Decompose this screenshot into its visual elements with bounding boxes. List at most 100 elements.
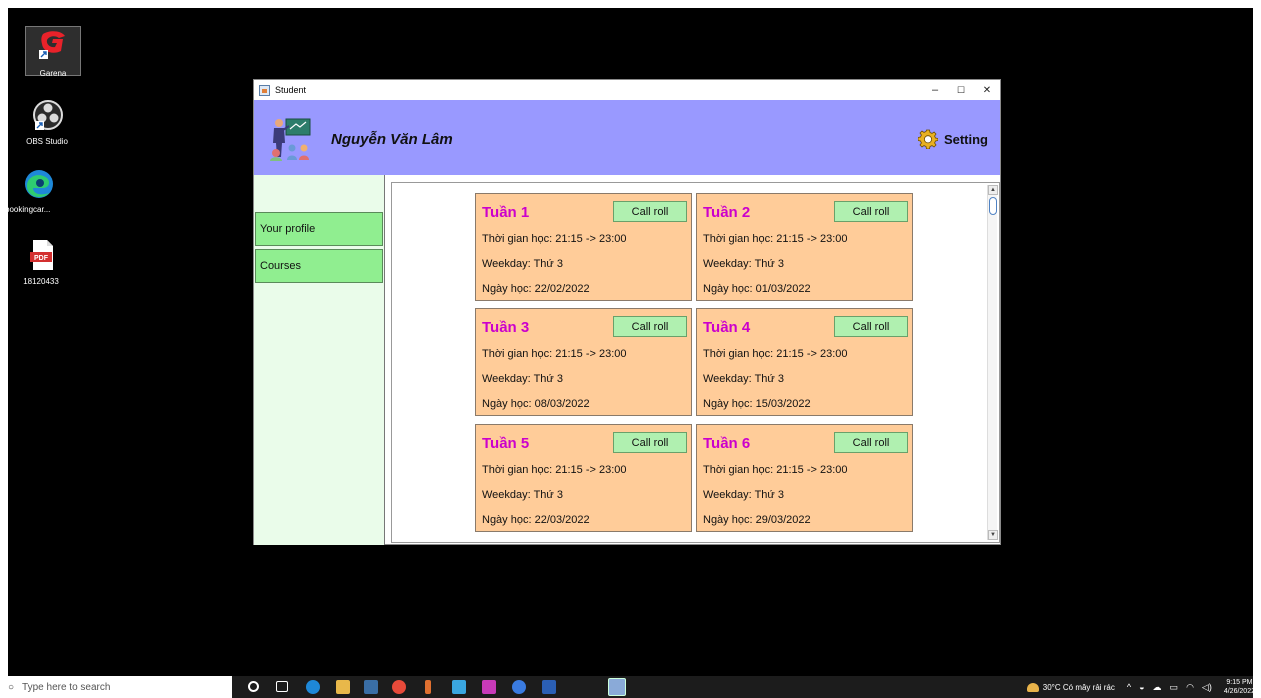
setting-button[interactable]: Setting (917, 129, 988, 149)
scroll-up-arrow-icon[interactable]: ▲ (988, 185, 998, 195)
search-icon: ○ (8, 681, 15, 693)
week-card: Tuần 1 Call roll Thời gian học: 21:15 ->… (475, 193, 692, 301)
desktop-icon-label: Garena (39, 69, 67, 78)
weekday: Weekday: Thứ 3 (703, 258, 784, 270)
weekday: Weekday: Thứ 3 (703, 489, 784, 501)
network-icon[interactable]: ◒ (1139, 682, 1144, 692)
weather-widget[interactable]: 30°C Có mây rải rác (1026, 682, 1115, 692)
study-date: Ngày học: 08/03/2022 (482, 398, 590, 410)
garena-icon (35, 30, 71, 66)
week-card: Tuần 6 Call roll Thời gian học: 21:15 ->… (696, 424, 913, 532)
call-roll-button[interactable]: Call roll (834, 201, 908, 222)
app-icon[interactable] (452, 680, 466, 694)
close-button[interactable]: ✕ (974, 80, 1000, 100)
cloud-icon[interactable]: ☁ (1153, 682, 1162, 693)
task-view-icon[interactable] (276, 681, 288, 692)
study-time: Thời gian học: 21:15 -> 23:00 (482, 233, 627, 245)
system-tray: 30°C Có mây rải rác ^ ◒ ☁ ▭ ◠ ◁) 9:15 PM… (1026, 676, 1261, 698)
desktop-icon-bookingcar[interactable]: bookingcar... (5, 166, 69, 214)
mail-icon[interactable] (364, 680, 378, 694)
app-icon[interactable] (425, 680, 431, 694)
desktop-icon-garena[interactable]: Garena (25, 26, 81, 78)
week-card: Tuần 2 Call roll Thời gian học: 21:15 ->… (696, 193, 913, 301)
study-time: Thời gian học: 21:15 -> 23:00 (482, 348, 627, 360)
desktop-icon-obs[interactable]: OBS Studio (17, 98, 77, 146)
scroll-down-arrow-icon[interactable]: ▼ (988, 530, 998, 540)
weekday: Weekday: Thứ 3 (482, 258, 563, 270)
taskbar-search[interactable]: ○ Type here to search (0, 676, 232, 698)
week-title: Tuần 4 (703, 319, 751, 336)
github-icon[interactable] (512, 680, 526, 694)
call-roll-button[interactable]: Call roll (834, 316, 908, 337)
sidebar-item-your-profile[interactable]: Your profile (255, 212, 383, 246)
clock-date: 4/26/2022 (1223, 688, 1255, 695)
study-date: Ngày học: 22/03/2022 (482, 514, 590, 526)
battery-icon[interactable]: ▭ (1170, 682, 1179, 693)
week-title: Tuần 1 (482, 204, 530, 221)
obs-studio-icon (29, 98, 65, 134)
weekday: Weekday: Thứ 3 (703, 373, 784, 385)
student-window: Student – ☐ ✕ Nguyễn Văn Lâm Setting You… (253, 79, 1001, 545)
pdf-file-icon: PDF (23, 238, 59, 274)
clock-time: 9:15 PM (1226, 679, 1253, 686)
maximize-button[interactable]: ☐ (948, 80, 974, 100)
week-title: Tuần 3 (482, 319, 530, 336)
call-roll-button[interactable]: Call roll (613, 432, 687, 453)
java-app-icon (259, 84, 270, 96)
week-card: Tuần 3 Call roll Thời gian học: 21:15 ->… (475, 308, 692, 416)
user-name: Nguyễn Văn Lâm (331, 131, 453, 148)
scroll-thumb[interactable] (989, 197, 997, 215)
desktop-icon-label: 18120433 (23, 277, 59, 286)
clock[interactable]: 9:15 PM 4/26/2022 (1224, 678, 1255, 696)
word-icon[interactable] (542, 680, 556, 694)
courses-panel: Tuần 1 Call roll Thời gian học: 21:15 ->… (391, 182, 1000, 543)
weekday: Weekday: Thứ 3 (482, 489, 563, 501)
wifi-icon[interactable]: ◠ (1186, 682, 1194, 693)
week-card: Tuần 5 Call roll Thời gian học: 21:15 ->… (475, 424, 692, 532)
cloud-sun-icon (1026, 682, 1039, 692)
study-date: Ngày học: 29/03/2022 (703, 514, 811, 526)
study-date: Ngày học: 01/03/2022 (703, 283, 811, 295)
study-time: Thời gian học: 21:15 -> 23:00 (703, 464, 848, 476)
java-app-taskbar-icon[interactable] (608, 678, 626, 696)
week-title: Tuần 5 (482, 435, 530, 452)
xampp-icon[interactable] (482, 680, 496, 694)
weekday: Weekday: Thứ 3 (482, 373, 563, 385)
minimize-button[interactable]: – (922, 80, 948, 100)
study-time: Thời gian học: 21:15 -> 23:00 (703, 348, 848, 360)
edge-icon[interactable] (306, 680, 320, 694)
study-time: Thời gian học: 21:15 -> 23:00 (482, 464, 627, 476)
taskbar: ○ Type here to search 30°C Có mây rải rá… (0, 676, 1261, 698)
chevron-up-icon[interactable]: ^ (1127, 682, 1131, 692)
cortana-icon[interactable] (248, 681, 259, 692)
desktop-icon-label: OBS Studio (26, 137, 68, 146)
study-date: Ngày học: 15/03/2022 (703, 398, 811, 410)
desktop-icon-pdf[interactable]: PDF 18120433 (13, 238, 69, 286)
window-title: Student (275, 85, 307, 95)
app-header: Nguyễn Văn Lâm Setting (254, 100, 1000, 175)
call-roll-button[interactable]: Call roll (613, 201, 687, 222)
volume-icon[interactable]: ◁) (1202, 682, 1212, 693)
sidebar-item-courses[interactable]: Courses (255, 249, 383, 283)
edge-icon (19, 166, 55, 202)
svg-text:PDF: PDF (34, 255, 49, 262)
week-title: Tuần 6 (703, 435, 751, 452)
teacher-icon (268, 115, 314, 161)
vertical-scrollbar[interactable]: ▲ ▼ (987, 185, 998, 540)
window-titlebar[interactable]: Student – ☐ ✕ (254, 80, 1000, 100)
call-roll-button[interactable]: Call roll (613, 316, 687, 337)
weather-text: 30°C Có mây rải rác (1042, 682, 1115, 692)
chrome-icon[interactable] (392, 680, 406, 694)
week-card: Tuần 4 Call roll Thời gian học: 21:15 ->… (696, 308, 913, 416)
window-controls: – ☐ ✕ (922, 80, 1000, 100)
study-date: Ngày học: 22/02/2022 (482, 283, 590, 295)
desktop-icon-label: bookingcar... (5, 205, 51, 214)
sidebar: Your profile Courses (254, 175, 385, 545)
call-roll-button[interactable]: Call roll (834, 432, 908, 453)
search-placeholder: Type here to search (22, 681, 111, 693)
week-title: Tuần 2 (703, 204, 751, 221)
file-explorer-icon[interactable] (336, 680, 350, 694)
setting-label: Setting (943, 131, 988, 147)
study-time: Thời gian học: 21:15 -> 23:00 (703, 233, 848, 245)
gear-icon (917, 129, 938, 149)
